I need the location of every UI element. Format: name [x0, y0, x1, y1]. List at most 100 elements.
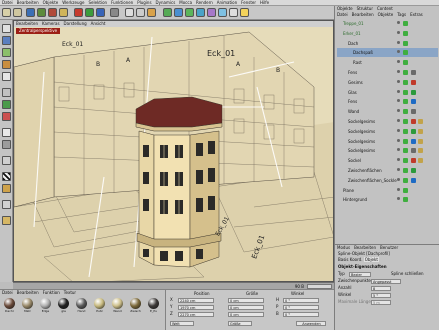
rotate-icon[interactable]: [59, 8, 68, 17]
texture-mode-icon[interactable]: [2, 60, 11, 69]
points-mode-icon[interactable]: [2, 88, 11, 97]
material-menu-item[interactable]: Datei: [0, 290, 15, 296]
enabled-check-icon[interactable]: [403, 30, 408, 36]
camera-icon[interactable]: [229, 8, 238, 17]
phong-tag-icon[interactable]: [418, 158, 423, 164]
object-menu-item[interactable]: Bearbeiten: [350, 12, 376, 18]
angle-field[interactable]: 5 °: [371, 292, 391, 298]
light-icon[interactable]: [240, 8, 249, 17]
material-swatch[interactable]: Zwisch: [129, 298, 142, 313]
type-select[interactable]: Bezier: [349, 271, 371, 277]
angle-field[interactable]: 0 °: [283, 311, 319, 317]
enabled-check-icon[interactable]: [403, 128, 408, 134]
render-settings-icon[interactable]: [147, 8, 156, 17]
enabled-check-icon[interactable]: [403, 40, 408, 46]
spline-pen-icon[interactable]: [174, 8, 183, 17]
coord-mode-select[interactable]: Welt: [170, 321, 194, 326]
visibility-dot-icon[interactable]: [397, 99, 400, 103]
object-row[interactable]: Fens: [337, 97, 438, 106]
material-swatch[interactable]: Putz: [93, 298, 106, 313]
y-axis-icon[interactable]: [85, 8, 94, 17]
object-row[interactable]: Dach: [337, 39, 438, 48]
object-row[interactable]: Sockelgesims: [337, 127, 438, 136]
size-mode-select[interactable]: Größe: [228, 321, 252, 326]
spline-closed-checkbox-label[interactable]: Spline schließen: [391, 271, 424, 277]
object-row[interactable]: Wand: [337, 107, 438, 116]
material-swatch[interactable]: Matr: [21, 298, 34, 313]
axis-mode-icon[interactable]: [2, 128, 11, 137]
enabled-check-icon[interactable]: [403, 89, 408, 95]
object-row[interactable]: Sockelgesims: [337, 117, 438, 126]
enabled-check-icon[interactable]: [403, 79, 408, 85]
visibility-dot-icon[interactable]: [397, 79, 400, 83]
texture-tag-icon[interactable]: [411, 128, 416, 134]
snap-icon[interactable]: [2, 156, 11, 165]
phong-tag-icon[interactable]: [418, 148, 423, 154]
object-row[interactable]: Erker_01: [337, 29, 438, 38]
max-length-field[interactable]: 5 m: [371, 299, 391, 305]
3d-viewport[interactable]: Bearbeiten Kameras Darstellung Ansicht Z…: [13, 20, 334, 282]
array-icon[interactable]: [196, 8, 205, 17]
enabled-check-icon[interactable]: [403, 99, 408, 105]
phong-tag-icon[interactable]: [418, 119, 423, 124]
phong-tag-icon[interactable]: [418, 128, 423, 134]
material-swatch[interactable]: Wand: [111, 298, 124, 313]
render-view-icon[interactable]: [125, 8, 134, 17]
object-row[interactable]: Treppe_01: [337, 19, 438, 28]
object-row[interactable]: Rast: [337, 58, 438, 67]
coordinate-system-icon[interactable]: [110, 8, 119, 17]
object-row[interactable]: Dachspaß: [337, 48, 438, 58]
enabled-check-icon[interactable]: [403, 50, 408, 56]
enabled-check-icon[interactable]: [403, 138, 408, 144]
visibility-dot-icon[interactable]: [397, 177, 400, 181]
material-swatch[interactable]: gla: [57, 298, 70, 313]
material-menu-item[interactable]: Textur: [62, 290, 78, 296]
polygons-mode-icon[interactable]: [2, 112, 11, 121]
enabled-check-icon[interactable]: [403, 109, 408, 115]
texture-tag-icon[interactable]: [411, 138, 416, 144]
x-axis-icon[interactable]: [74, 8, 83, 17]
visibility-dot-icon[interactable]: [397, 50, 400, 54]
edges-mode-icon[interactable]: [2, 100, 11, 109]
material-swatch[interactable]: E_Pu: [147, 298, 160, 313]
position-field[interactable]: 2270 cm: [178, 311, 214, 317]
visibility-dot-icon[interactable]: [397, 40, 400, 44]
lock-workplane-icon[interactable]: [2, 184, 11, 193]
object-menu-item[interactable]: Extras: [408, 12, 425, 18]
visibility-dot-icon[interactable]: [397, 128, 400, 132]
object-row[interactable]: Sockel: [337, 156, 438, 165]
visibility-dot-icon[interactable]: [397, 138, 400, 142]
z-axis-icon[interactable]: [96, 8, 105, 17]
object-row[interactable]: Gesims: [337, 78, 438, 87]
timeline-bar[interactable]: 90 B: [13, 282, 334, 289]
object-row[interactable]: Sockelgesims: [337, 137, 438, 146]
enabled-check-icon[interactable]: [403, 197, 408, 203]
visibility-dot-icon[interactable]: [397, 187, 400, 191]
move-icon[interactable]: [37, 8, 46, 17]
grid-icon[interactable]: [2, 200, 11, 209]
texture-tag-icon[interactable]: [411, 79, 416, 85]
enabled-check-icon[interactable]: [403, 21, 408, 26]
nurbs-icon[interactable]: [185, 8, 194, 17]
visibility-dot-icon[interactable]: [397, 21, 400, 24]
object-row[interactable]: Fens: [337, 68, 438, 77]
object-row[interactable]: Hintergrund: [337, 195, 438, 204]
model-mode-icon[interactable]: [2, 36, 11, 45]
undo-icon[interactable]: [2, 8, 11, 17]
material-swatch[interactable]: Hand: [75, 298, 88, 313]
texture-tag-icon[interactable]: [411, 168, 416, 173]
live-select-icon[interactable]: [26, 8, 35, 17]
object-menu-item[interactable]: Objekte: [376, 12, 396, 18]
visibility-dot-icon[interactable]: [397, 109, 400, 113]
position-field[interactable]: 1970 cm: [178, 304, 214, 310]
apply-button[interactable]: Anwenden: [296, 321, 326, 326]
angle-field[interactable]: 0 °: [283, 304, 319, 310]
visibility-dot-icon[interactable]: [397, 30, 400, 34]
material-swatch[interactable]: Edge: [39, 298, 52, 313]
object-row[interactable]: Glas: [337, 88, 438, 97]
visibility-dot-icon[interactable]: [397, 168, 400, 171]
phong-tag-icon[interactable]: [418, 138, 423, 144]
size-field[interactable]: 0 cm: [228, 297, 264, 303]
brush-icon[interactable]: [2, 216, 11, 225]
visibility-dot-icon[interactable]: [397, 158, 400, 162]
